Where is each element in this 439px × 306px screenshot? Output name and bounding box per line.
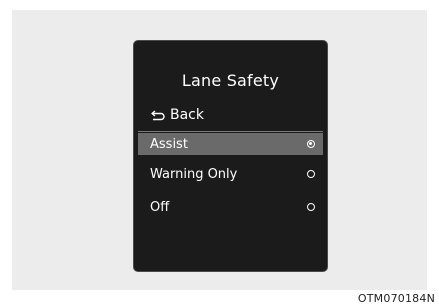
option-assist[interactable]: Assist xyxy=(138,133,323,155)
menu-title: Lane Safety xyxy=(181,71,280,90)
option-label: Off xyxy=(150,199,170,215)
option-label: Assist xyxy=(150,136,188,152)
menu-divider xyxy=(138,131,323,132)
back-button[interactable]: Back xyxy=(150,107,204,123)
figure-code: OTM070184N xyxy=(357,292,435,305)
option-warning-only[interactable]: Warning Only xyxy=(138,163,323,185)
radio-unselected-icon xyxy=(307,170,315,178)
option-off[interactable]: Off xyxy=(138,196,323,218)
radio-selected-icon xyxy=(307,140,315,148)
back-arrow-icon xyxy=(150,109,166,121)
back-label: Back xyxy=(170,107,204,123)
option-label: Warning Only xyxy=(150,166,238,182)
cluster-display: Lane Safety Back Assist Warning Only Off xyxy=(133,40,328,272)
radio-unselected-icon xyxy=(307,203,315,211)
